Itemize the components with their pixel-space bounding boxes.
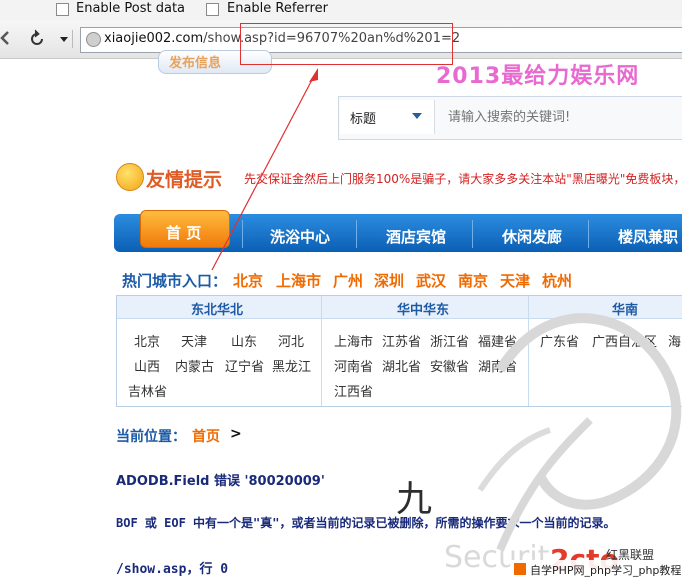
region-divider [321,296,322,406]
history-dropdown[interactable] [58,30,73,48]
nav-item-salons[interactable]: 休闲发廊 [502,226,562,247]
reload-icon[interactable] [27,29,47,49]
province-link[interactable]: 北京 [134,331,160,350]
watermark-character: 九 [396,479,433,520]
province-link[interactable]: 内蒙古 [175,356,214,375]
hot-city-link[interactable]: 深圳 [374,270,404,291]
region-title: 东北华北 [191,303,244,318]
url-highlight-box [240,23,453,65]
caret-down-icon [412,113,422,119]
location-label: 当前位置： [116,429,186,445]
nav-item-parttime[interactable]: 楼凤兼职 [618,226,678,247]
province-link[interactable]: 山西 [134,356,160,375]
site-banner-title: 2013最给力娱乐网 [436,64,640,89]
error-title: ADODB.Field 错误 '80020009' [116,474,325,489]
province-link[interactable]: 天津 [181,331,207,350]
post-data-checkbox[interactable] [56,3,69,16]
location-home-link[interactable]: 首页 [192,426,220,446]
nav-item-hotels[interactable]: 酒店宾馆 [386,226,446,247]
province-link[interactable]: 湖北省 [382,356,421,375]
php-icon [514,563,526,575]
location-separator: > [230,426,242,442]
hot-city-link[interactable]: 广州 [333,270,363,291]
globe-icon [86,32,101,47]
search-select-label: 标题 [350,112,377,127]
province-link[interactable]: 河南省 [334,356,373,375]
nav-divider [588,220,589,248]
post-data-label[interactable]: Enable Post data [76,1,185,16]
scorpion-watermark [477,313,682,552]
annotation-arrow [211,68,318,271]
url-host: xiaojie002.com [104,31,204,46]
province-link[interactable]: 吉林省 [128,381,167,400]
referrer-label[interactable]: Enable Referrer [227,1,328,16]
province-link[interactable]: 辽宁省 [225,356,264,375]
nav-divider [472,220,473,248]
province-link[interactable]: 江西省 [334,381,373,400]
province-link[interactable]: 河北 [278,331,304,350]
smiley-icon [116,163,144,191]
error-location: /show.asp，行 0 [116,562,229,577]
referrer-checkbox[interactable] [206,3,219,16]
chevron-down-icon [60,37,68,42]
nav-divider [356,220,357,248]
province-link[interactable]: 上海市 [334,331,373,350]
nav-label-home[interactable]: 首 页 [166,222,201,243]
search-input[interactable] [446,104,680,130]
province-link[interactable]: 山东 [231,331,257,350]
province-link[interactable]: 黑龙江 [272,356,311,375]
back-arrow-icon[interactable] [0,30,10,46]
province-link[interactable]: 江苏省 [382,331,421,350]
footer-watermark-text: 自学PHP网_php学习_php教程 [530,564,682,577]
